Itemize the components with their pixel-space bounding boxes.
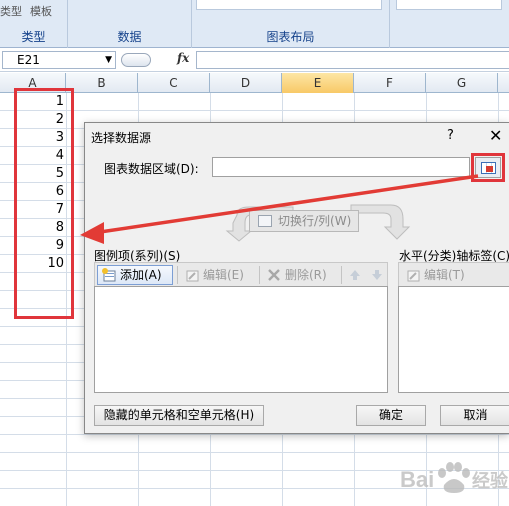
formula-input[interactable]	[196, 51, 509, 69]
cancel-button[interactable]: 取消	[440, 405, 509, 426]
close-icon[interactable]: ✕	[489, 126, 502, 145]
edit-icon	[407, 270, 420, 282]
add-icon	[102, 268, 116, 282]
edit-axis-labels-button[interactable]: 编辑(T)	[401, 265, 477, 285]
move-down-button[interactable]	[367, 265, 387, 285]
data-highlight-box	[14, 88, 74, 319]
delete-icon	[268, 269, 280, 281]
ribbon-group-type[interactable]: 类型 模板 类型	[0, 0, 68, 48]
column-header-f[interactable]: F	[354, 73, 426, 93]
watermark-logo-icon: Bai 经验	[400, 462, 509, 493]
column-header-e[interactable]: E	[282, 73, 354, 93]
delete-series-button[interactable]: 删除(R)	[262, 265, 338, 285]
ribbon: 类型 模板 类型 数据 图表布局	[0, 0, 509, 48]
name-box-value: E21	[17, 53, 40, 67]
chart-style-gallery[interactable]	[396, 0, 502, 10]
axis-labels-list[interactable]	[398, 286, 509, 393]
edit-axis-labels-label: 编辑(T)	[424, 268, 465, 282]
column-header-c[interactable]: C	[138, 73, 210, 93]
chart-data-range-input[interactable]	[212, 157, 470, 177]
formula-bar: E21 ▼ fx	[0, 49, 509, 72]
switch-row-column-icon	[258, 215, 272, 227]
ok-button[interactable]: 确定	[356, 405, 426, 426]
range-button-highlight	[471, 153, 505, 182]
edit-icon	[186, 270, 199, 282]
name-box[interactable]: E21 ▼	[2, 51, 116, 69]
ribbon-item-template[interactable]: 模板	[30, 5, 52, 18]
column-header-d[interactable]: D	[210, 73, 282, 93]
legend-series-list[interactable]	[94, 286, 388, 393]
svg-text:经验: 经验	[472, 470, 509, 492]
edit-series-button[interactable]: 编辑(E)	[180, 265, 256, 285]
delete-series-label: 删除(R)	[285, 268, 327, 282]
chart-data-range-label: 图表数据区域(D):	[104, 162, 199, 176]
chevron-down-icon[interactable]: ▼	[105, 52, 112, 68]
switch-row-column-label: 切换行/列(W)	[278, 214, 352, 228]
ribbon-group-chart-style[interactable]	[390, 0, 509, 48]
ribbon-group-label-data: 数据	[117, 30, 142, 44]
svg-text:Bai: Bai	[400, 467, 434, 492]
arrow-down-icon	[372, 270, 382, 280]
axis-toolbar: 编辑(T)	[398, 262, 509, 286]
formula-controls: fx	[119, 51, 195, 69]
insert-function-icon[interactable]: fx	[177, 51, 189, 65]
select-data-source-dialog: 选择数据源 ? ✕ 图表数据区域(D): 切换行/列(W) 图例项(系列)(S)…	[84, 122, 509, 434]
ribbon-group-chart-layout[interactable]: 图表布局	[192, 0, 390, 48]
legend-toolbar: 添加(A) 编辑(E) 删除(R)	[94, 262, 388, 286]
column-header-b[interactable]: B	[66, 73, 138, 93]
ribbon-item-type[interactable]: 类型	[0, 5, 22, 18]
add-series-button[interactable]: 添加(A)	[97, 265, 173, 285]
column-header-g[interactable]: G	[426, 73, 498, 93]
move-up-button[interactable]	[345, 265, 365, 285]
ribbon-group-label-chart-layout: 图表布局	[266, 30, 315, 44]
ribbon-group-label-type: 类型	[21, 30, 46, 44]
dialog-title: 选择数据源	[91, 131, 152, 145]
chart-layout-gallery[interactable]	[196, 0, 382, 10]
ribbon-group-data[interactable]: 数据	[68, 0, 192, 48]
switch-row-column-button[interactable]: 切换行/列(W)	[249, 210, 359, 232]
hidden-empty-cells-button[interactable]: 隐藏的单元格和空单元格(H)	[94, 405, 264, 426]
help-icon[interactable]: ?	[447, 128, 454, 143]
formula-bar-splitter[interactable]	[121, 53, 151, 67]
baidu-jingyan-watermark: Bai 经验	[392, 455, 509, 499]
edit-series-label: 编辑(E)	[203, 268, 244, 282]
add-series-label: 添加(A)	[120, 268, 162, 282]
column-headers: A B C D E F G	[0, 73, 509, 93]
arrow-up-icon	[350, 270, 360, 280]
